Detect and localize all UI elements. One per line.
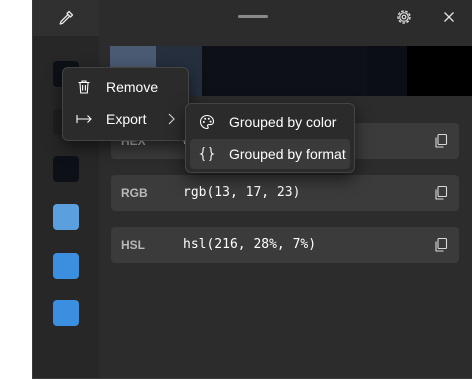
palette-icon [199,114,215,130]
grouped-by-color-item[interactable]: Grouped by color [190,107,350,137]
history-swatch[interactable] [53,253,79,279]
shade-swatch[interactable] [367,46,407,96]
close-icon [444,12,454,22]
copy-icon[interactable] [433,237,449,253]
trash-icon [78,80,90,94]
grouped-by-format-item[interactable]: Grouped by format [190,139,350,169]
history-swatch[interactable] [53,204,79,230]
title-bar[interactable] [33,0,472,36]
export-submenu: Grouped by color Grouped by format [185,103,355,173]
format-label: RGB [121,186,148,200]
export-menu-item[interactable]: Export [67,104,184,134]
eyedropper-icon [59,10,74,25]
remove-label: Remove [106,79,159,95]
export-label: Export [106,111,147,127]
drag-handle[interactable] [238,15,268,18]
history-swatch[interactable] [53,300,79,326]
grouped-by-format-label: Grouped by format [229,146,346,162]
copy-icon[interactable] [433,185,449,201]
format-value: hsl(216, 28%, 7%) [183,237,317,252]
settings-button[interactable] [393,6,415,28]
format-label: HSL [121,238,145,252]
copy-icon[interactable] [433,133,449,149]
color-picker-button[interactable] [33,0,99,36]
history-swatch[interactable] [53,156,79,182]
gear-icon [397,10,411,24]
context-menu: Remove Export [62,67,189,141]
braces-icon [199,146,215,162]
grouped-by-color-label: Grouped by color [229,114,337,130]
format-value: rgb(13, 17, 23) [183,185,301,200]
export-arrow-icon [76,115,92,123]
remove-menu-item[interactable]: Remove [67,72,184,102]
format-row-hsl: HSL hsl(216, 28%, 7%) [111,227,459,263]
shade-swatch[interactable] [407,46,472,96]
close-button[interactable] [438,6,460,28]
color-picker-window: HEX#0D1117RGBrgb(13, 17, 23)HSLhsl(216, … [32,0,472,379]
format-row-rgb: RGB rgb(13, 17, 23) [111,175,459,211]
chevron-right-icon [168,113,175,125]
shade-swatch[interactable] [202,46,367,96]
